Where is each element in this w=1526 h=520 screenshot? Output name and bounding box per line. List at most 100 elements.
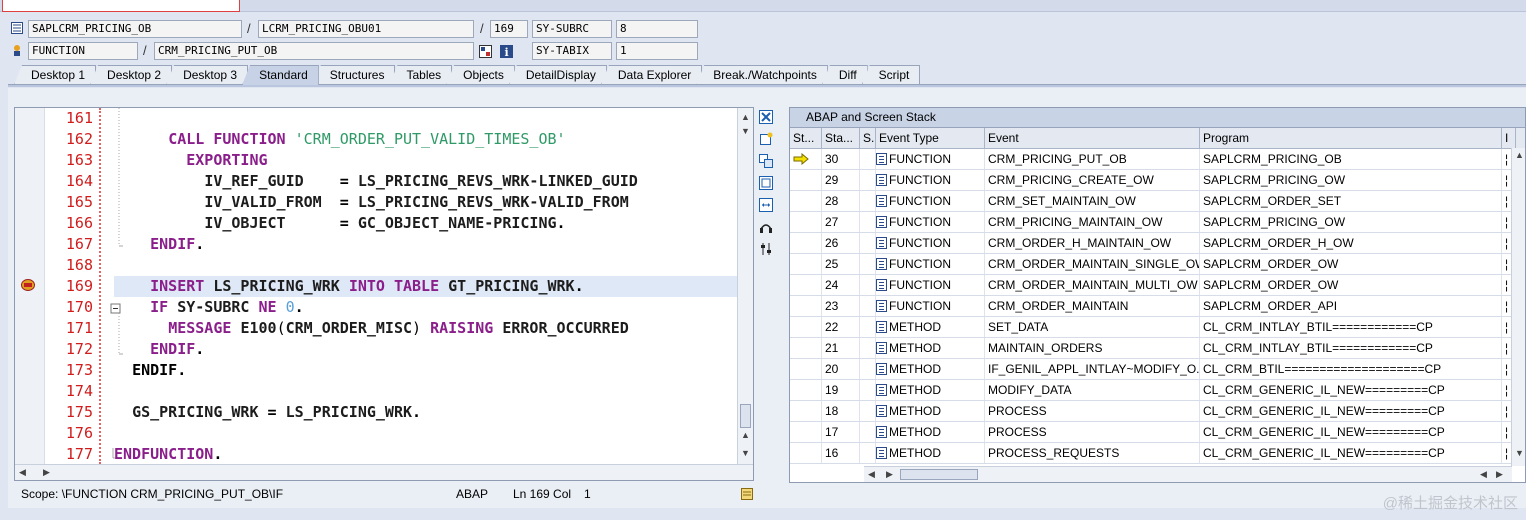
code-line[interactable]: IF SY-SUBRC NE 0. [114, 297, 737, 318]
stack-row[interactable]: 22 METHOD SET_DATA CL_CRM_INTLAY_BTIL======… [790, 317, 1525, 338]
code-line[interactable]: ENDFUNCTION. [114, 444, 737, 465]
scroll-right-icon[interactable]: ▶ [43, 467, 50, 478]
tab-data-explorer[interactable]: Data Explorer [600, 65, 703, 85]
tab-objects[interactable]: Objects [446, 65, 515, 85]
column-header[interactable]: S... [860, 128, 876, 148]
event-field[interactable]: CRM_PRICING_PUT_OB [154, 42, 474, 60]
sysvar2-value-field[interactable]: 1 [616, 42, 698, 60]
event-type-field[interactable]: FUNCTION [28, 42, 138, 60]
tab-break-watchpoints[interactable]: Break./Watchpoints [696, 65, 828, 85]
column-header[interactable]: Program [1200, 128, 1502, 148]
stack-row[interactable]: 17 METHOD PROCESS CL_CRM_GENERIC_IL_NEW====… [790, 422, 1525, 443]
stack-row[interactable]: 24 FUNCTION CRM_ORDER_MAINTAIN_MULTI_OW SAP… [790, 275, 1525, 296]
code-line[interactable]: MESSAGE E100(CRM_ORDER_MISC) RAISING ERR… [114, 318, 737, 339]
tab-structures[interactable]: Structures [312, 65, 396, 85]
code-line[interactable]: ENDIF. [114, 360, 737, 381]
line-number: 164 [65, 172, 93, 190]
code-line[interactable]: ENDIF. [114, 234, 737, 255]
sysvar1-value-field[interactable]: 8 [616, 20, 698, 38]
sysvar1-name-field[interactable]: SY-SUBRC [532, 20, 612, 38]
replace-tool-icon[interactable] [757, 152, 775, 170]
event-name: CRM_ORDER_MAINTAIN [985, 296, 1200, 316]
source-editor[interactable]: 161 162 163 164 165 166 167 168 169 170 171 172 173 1… [14, 107, 754, 481]
column-header[interactable]: Sta... [822, 128, 860, 148]
scroll-left-icon[interactable]: ◀ [868, 469, 875, 480]
program-name: SAPLCRM_PRICING_OW [1200, 170, 1502, 190]
editor-horizontal-scrollbar[interactable]: ◀ ▶ [15, 464, 753, 480]
code-line[interactable] [114, 423, 737, 444]
code-line[interactable]: INSERT LS_PRICING_WRK INTO TABLE GT_PRIC… [114, 276, 737, 297]
include-field[interactable]: LCRM_PRICING_OBU01 [258, 20, 474, 38]
stack-row[interactable]: 27 FUNCTION CRM_PRICING_MAINTAIN_OW SAPLCRM… [790, 212, 1525, 233]
settings-icon[interactable] [757, 240, 775, 258]
stack-row[interactable]: 19 METHOD MODIFY_DATA CL_CRM_GENERIC_IL_NEW… [790, 380, 1525, 401]
code-line[interactable] [114, 108, 737, 129]
scroll-down-icon[interactable]: ▼ [741, 448, 750, 458]
breakpoint-gutter[interactable] [15, 108, 45, 464]
code-line[interactable] [114, 255, 737, 276]
line-field[interactable]: 169 [490, 20, 528, 38]
tab-desktop-1[interactable]: Desktop 1 [14, 65, 97, 85]
event-type-cell: METHOD [876, 338, 985, 358]
event-name: PROCESS [985, 422, 1200, 442]
scroll-up-icon[interactable]: ▲ [1515, 150, 1524, 160]
stack-row[interactable]: 26 FUNCTION CRM_ORDER_H_MAINTAIN_OW SAPLCRM… [790, 233, 1525, 254]
tab-desktop-2[interactable]: Desktop 2 [90, 65, 173, 85]
code-line[interactable]: IV_REF_GUID = LS_PRICING_REVS_WRK-LINKED… [114, 171, 737, 192]
stack-row[interactable]: 16 METHOD PROCESS_REQUESTS CL_CRM_GENERIC_I… [790, 443, 1525, 464]
line-number: 166 [65, 214, 93, 232]
tab-desktop-3[interactable]: Desktop 3 [166, 65, 249, 85]
column-header[interactable]: Event Type [876, 128, 985, 148]
scroll-right-icon[interactable]: ▶ [886, 469, 893, 480]
column-header[interactable]: I [1502, 128, 1516, 148]
tab-standard[interactable]: Standard [242, 65, 319, 85]
scroll-left-icon[interactable]: ◀ [19, 467, 26, 478]
command-field[interactable] [2, 0, 240, 12]
main-program-field[interactable]: SAPLCRM_PRICING_OB [28, 20, 242, 38]
info-icon[interactable]: i [499, 44, 513, 58]
maximize-icon[interactable] [757, 174, 775, 192]
stack-row[interactable]: 21 METHOD MAINTAIN_ORDERS CL_CRM_INTLAY_BTI… [790, 338, 1525, 359]
tab-detaildisplay[interactable]: DetailDisplay [508, 65, 607, 85]
stack-row[interactable]: 30 FUNCTION CRM_PRICING_PUT_OB SAPLCRM_PRIC… [790, 149, 1525, 170]
tab-diff[interactable]: Diff [821, 65, 868, 85]
stack-row[interactable]: 29 FUNCTION CRM_PRICING_CREATE_OW SAPLCRM_P… [790, 170, 1525, 191]
code-line[interactable]: CALL FUNCTION 'CRM_ORDER_PUT_VALID_TIMES… [114, 129, 737, 150]
scroll-thumb[interactable] [900, 469, 978, 480]
scroll-right-icon[interactable]: ▶ [1496, 469, 1503, 480]
stack-row[interactable]: 23 FUNCTION CRM_ORDER_MAINTAIN SAPLCRM_ORDE… [790, 296, 1525, 317]
sysvar2-name-field[interactable]: SY-TABIX [532, 42, 612, 60]
code-line[interactable]: EXPORTING [114, 150, 737, 171]
stack-row[interactable]: 28 FUNCTION CRM_SET_MAINTAIN_OW SAPLCRM_ORD… [790, 191, 1525, 212]
stack-row[interactable]: 20 METHOD IF_GENIL_APPL_INTLAY~MODIFY_O...… [790, 359, 1525, 380]
new-tool-icon[interactable] [757, 130, 775, 148]
notes-icon[interactable] [740, 487, 754, 501]
services-icon[interactable] [757, 218, 775, 236]
code-line[interactable] [114, 381, 737, 402]
close-icon[interactable] [757, 108, 775, 126]
scroll-down-icon[interactable]: ▼ [1515, 448, 1524, 458]
column-header[interactable]: St... [790, 128, 822, 148]
code-line[interactable]: ENDIF. [114, 339, 737, 360]
scroll-left-icon[interactable]: ◀ [1480, 469, 1487, 480]
column-header[interactable]: Event [985, 128, 1200, 148]
code-line[interactable]: GS_PRICING_WRK = LS_PRICING_WRK. [114, 402, 737, 423]
event-type-icon [876, 237, 887, 249]
tab-tables[interactable]: Tables [389, 65, 453, 85]
stack-row[interactable]: 18 METHOD PROCESS CL_CRM_GENERIC_IL_NEW====… [790, 401, 1525, 422]
scroll-thumb[interactable] [740, 404, 751, 428]
stack-vertical-scrollbar[interactable]: ▲ ▼ [1511, 148, 1525, 466]
code-line[interactable]: IV_OBJECT = GC_OBJECT_NAME-PRICING. [114, 213, 737, 234]
scroll-up-icon[interactable]: ▲ [741, 112, 750, 122]
where-used-icon[interactable] [478, 44, 492, 58]
scroll-up-icon[interactable]: ▲ [741, 430, 750, 440]
swap-icon[interactable] [757, 196, 775, 214]
code-line[interactable]: IV_VALID_FROM = LS_PRICING_REVS_WRK-VALI… [114, 192, 737, 213]
scroll-down-icon[interactable]: ▼ [741, 126, 750, 136]
code-area[interactable]: CALL FUNCTION 'CRM_ORDER_PUT_VALID_TIMES… [114, 108, 737, 464]
stack-row[interactable]: 25 FUNCTION CRM_ORDER_MAINTAIN_SINGLE_OW SA… [790, 254, 1525, 275]
tab-script[interactable]: Script [861, 65, 921, 85]
stack-horizontal-scrollbar[interactable]: ◀ ▶ ◀ ▶ [864, 466, 1512, 482]
current-indicator-cell [790, 212, 822, 232]
editor-vertical-scrollbar[interactable]: ▲ ▼ ▲ ▼ [737, 108, 753, 464]
